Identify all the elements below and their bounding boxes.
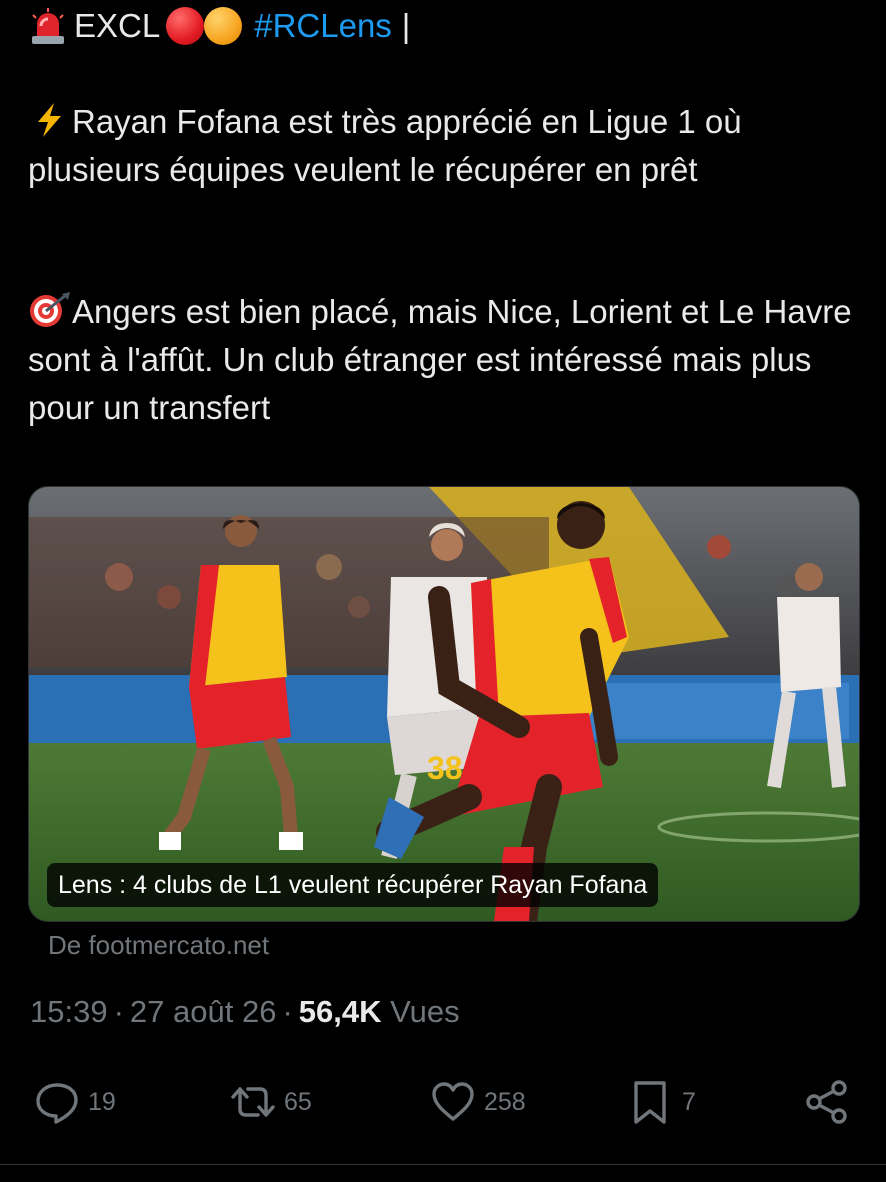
jersey-number: 38: [427, 750, 463, 786]
views-count[interactable]: 56,4K: [299, 994, 382, 1029]
article-photo: 38: [29, 487, 859, 921]
orange-circle-icon: [204, 7, 243, 45]
tweet-meta: 15:39 · 27 août 26 · 56,4K Vues: [30, 990, 460, 1034]
bookmark-icon: [634, 1081, 666, 1124]
tweet-paragraph-1: Rayan Fofana est très apprécié en Ligue …: [28, 98, 858, 194]
card-source[interactable]: De footmercato.net: [48, 925, 269, 965]
share-button[interactable]: [804, 1074, 850, 1130]
header-suffix: |: [401, 7, 411, 44]
retweet-icon: [231, 1087, 275, 1117]
meta-separator: ·: [282, 994, 293, 1029]
meta-separator: ·: [113, 994, 124, 1029]
tweet-action-bar: 19 65 258 7: [0, 1074, 886, 1130]
red-circle-icon: [166, 7, 205, 45]
police-light-icon: [32, 8, 64, 44]
retweet-count: 65: [284, 1087, 312, 1116]
tweet-date[interactable]: 27 août 26: [130, 994, 277, 1029]
like-button[interactable]: 258: [430, 1074, 526, 1130]
reply-button[interactable]: 19: [34, 1074, 116, 1130]
bookmark-count: 7: [682, 1087, 696, 1116]
divider: [0, 1164, 886, 1165]
tweet-header-line: EXCL #RCLens |: [28, 6, 410, 46]
header-prefix: EXCL: [74, 7, 161, 44]
views-label: Vues: [390, 994, 460, 1029]
hashtag-link[interactable]: #RCLens: [254, 6, 392, 46]
share-icon: [806, 1080, 847, 1124]
reply-icon: [36, 1083, 78, 1124]
tweet-time[interactable]: 15:39: [30, 994, 108, 1029]
lightning-icon: [38, 103, 61, 137]
reply-count: 19: [88, 1087, 116, 1116]
bookmark-button[interactable]: 7: [628, 1074, 696, 1130]
card-caption: Lens : 4 clubs de L1 veulent récupérer R…: [47, 863, 659, 907]
retweet-button[interactable]: 65: [230, 1074, 312, 1130]
like-count: 258: [484, 1087, 526, 1116]
target-icon: [30, 292, 70, 327]
paragraph-2-text: Angers est bien placé, mais Nice, Lorien…: [28, 293, 852, 426]
link-preview-card[interactable]: 38 Lens : 4 clubs de L1 veulent récupére…: [28, 486, 860, 922]
tweet-paragraph-2: Angers est bien placé, mais Nice, Lorien…: [28, 288, 858, 432]
paragraph-1-text: Rayan Fofana est très apprécié en Ligue …: [28, 103, 742, 188]
heart-icon: [432, 1082, 474, 1121]
